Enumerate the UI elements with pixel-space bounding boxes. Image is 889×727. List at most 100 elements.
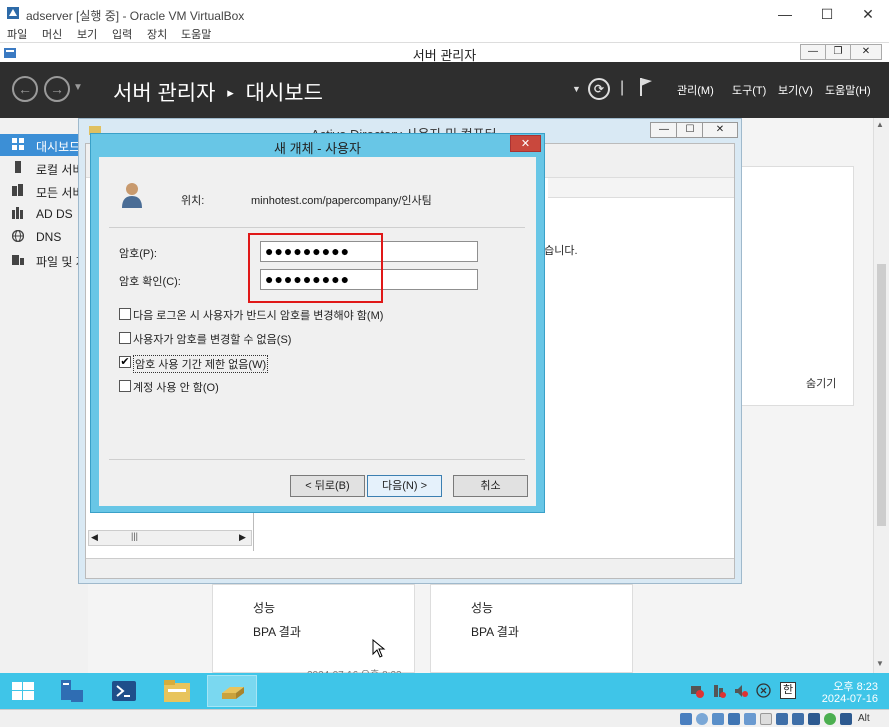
action-center-icon[interactable]	[756, 683, 771, 698]
vbox-statusbar: Alt	[0, 709, 889, 727]
sidebar-item-label: 대시보드	[36, 140, 81, 154]
next-button[interactable]: 다음(N) >	[367, 475, 442, 497]
main-scrollbar[interactable]: ▲ ▼	[873, 118, 889, 673]
password-label: 암호(P):	[119, 248, 157, 260]
sm-close-button[interactable]: ✕	[850, 44, 882, 60]
taskbar-file-explorer[interactable]	[154, 675, 200, 707]
option-must-change-checkbox[interactable]	[119, 308, 131, 320]
recording-icon[interactable]	[792, 713, 804, 725]
dialog-titlebar: 새 개체 - 사용자 ✕	[91, 134, 544, 156]
sidebar-item-dns[interactable]: DNS	[0, 226, 88, 248]
tile-item-bpa[interactable]: BPA 결과	[471, 623, 519, 640]
mouse-integration-icon[interactable]	[824, 713, 836, 725]
aduc-close-button[interactable]: ✕	[702, 122, 738, 138]
sidebar-item-dashboard[interactable]: 대시보드	[0, 134, 88, 156]
windows-logo-icon	[12, 682, 34, 700]
shared-folder-icon[interactable]	[760, 713, 772, 725]
clock[interactable]: 오후 8:23 2024-07-16	[808, 675, 878, 707]
notification-flag-icon[interactable]	[638, 76, 654, 98]
location-label: 위치:	[181, 195, 205, 207]
maximize-button[interactable]: ☐	[812, 4, 842, 24]
scrollbar-thumb[interactable]	[877, 264, 886, 526]
mouse-cursor-icon	[372, 639, 386, 658]
hdd-icon[interactable]	[680, 713, 692, 725]
menu-tools[interactable]: 도구(T)	[732, 82, 766, 98]
start-button[interactable]	[0, 675, 46, 707]
audio-icon[interactable]	[712, 713, 724, 725]
dns-icon	[12, 230, 24, 242]
network-icon[interactable]	[712, 684, 726, 698]
breadcrumb: 서버 관리자 ▸ 대시보드	[113, 77, 323, 107]
display-icon[interactable]	[776, 713, 788, 725]
refresh-icon[interactable]: ⟳	[588, 78, 610, 100]
tree-hscrollbar[interactable]: ◀ ||| ▶	[88, 530, 252, 546]
breadcrumb-root: 서버 관리자	[113, 82, 216, 105]
welcome-panel: 숨기기	[741, 166, 854, 406]
taskbar-server-manager[interactable]	[48, 675, 94, 707]
aduc-maximize-button[interactable]: ☐	[676, 122, 704, 138]
user-icon	[122, 183, 142, 208]
vbox-menu-help[interactable]: 도움말	[181, 26, 211, 42]
file-storage-icon	[12, 255, 24, 265]
cpu-icon[interactable]	[808, 713, 820, 725]
sidebar-item-label: DNS	[36, 230, 62, 244]
server-manager-header: ← → ▼ 서버 관리자 ▸ 대시보드 ▼ ⟳ | 관리(M) 도구(T) 보기…	[0, 62, 889, 118]
option-disabled-checkbox[interactable]	[119, 380, 131, 392]
sidebar-item-file-storage[interactable]: 파일 및 저장소 서비스	[0, 249, 145, 271]
vbox-menu-input[interactable]: 입력	[112, 26, 132, 42]
divider	[109, 459, 525, 460]
tile-item-performance[interactable]: 성능	[471, 599, 493, 616]
breadcrumb-separator-icon: ▸	[227, 85, 234, 100]
vbox-menubar: 파일 머신 보기 입력 장치 도움말	[0, 24, 889, 42]
cancel-button[interactable]: 취소	[453, 475, 528, 497]
close-button[interactable]: ✕	[853, 4, 883, 24]
server-tile: 성능 BPA 결과 2024-07-16 오후 8:23	[212, 584, 415, 681]
menu-view[interactable]: 보기(V)	[778, 82, 813, 98]
vbox-menu-file[interactable]: 파일	[7, 26, 27, 42]
option-must-change-label: 다음 로그온 시 사용자가 반드시 암호를 변경해야 함(M)	[133, 310, 384, 322]
history-dropdown-icon[interactable]: ▼	[73, 82, 83, 93]
location-value: minhotest.com/papercompany/인사팀	[251, 195, 432, 207]
back-button[interactable]: < 뒤로(B)	[290, 475, 365, 497]
back-arrow-icon[interactable]: ←	[12, 76, 38, 102]
tile-item-bpa[interactable]: BPA 결과	[253, 623, 301, 640]
ime-indicator[interactable]: 한	[780, 682, 796, 699]
powershell-icon	[112, 681, 136, 701]
virtualbox-icon	[7, 7, 19, 19]
speaker-muted-icon[interactable]	[734, 684, 748, 698]
network-adapter-icon[interactable]	[728, 713, 740, 725]
sidebar-item-label: 모든 서버	[36, 186, 84, 200]
aduc-statusbar	[86, 558, 734, 578]
menu-help[interactable]: 도움말(H)	[825, 82, 871, 98]
menu-manage[interactable]: 관리(M)	[677, 82, 714, 98]
sm-restore-button[interactable]: ❐	[825, 44, 851, 60]
vbox-menu-machine[interactable]: 머신	[42, 26, 62, 42]
confirm-password-label: 암호 확인(C):	[119, 276, 181, 288]
hide-link[interactable]: 숨기기	[806, 375, 836, 391]
option-never-expires-checkbox[interactable]: ✔	[119, 356, 131, 368]
taskbar-powershell[interactable]	[101, 675, 147, 707]
option-cannot-change-checkbox[interactable]	[119, 332, 131, 344]
dropdown-icon[interactable]: ▼	[572, 84, 581, 94]
tile-item-performance[interactable]: 성능	[253, 599, 275, 616]
minimize-button[interactable]: —	[770, 4, 800, 24]
option-never-expires-label: 암호 사용 기간 제한 없음(W)	[133, 355, 269, 373]
host-key-icon[interactable]	[840, 713, 852, 725]
taskbar-aduc[interactable]	[207, 675, 257, 707]
forward-arrow-icon[interactable]: →	[44, 76, 70, 102]
network-alert-icon[interactable]	[690, 684, 704, 698]
vbox-menu-devices[interactable]: 장치	[147, 26, 167, 42]
sidebar-item-ad-ds[interactable]: AD DS	[0, 203, 88, 225]
dialog-close-button[interactable]: ✕	[510, 135, 541, 152]
sidebar-item-local-server[interactable]: 로컬 서버	[0, 157, 88, 179]
usb-icon[interactable]	[744, 713, 756, 725]
separator: |	[620, 79, 625, 96]
sidebar-item-all-servers[interactable]: 모든 서버	[0, 180, 88, 202]
clock-time: 오후 8:23	[833, 681, 878, 693]
sidebar: 대시보드 로컬 서버 모든 서버 AD DS DNS 파일 및 저장소 서비스	[0, 118, 145, 673]
aduc-minimize-button[interactable]: —	[650, 122, 678, 138]
vbox-menu-view[interactable]: 보기	[77, 26, 97, 42]
optical-drive-icon[interactable]	[696, 713, 708, 725]
sm-minimize-button[interactable]: —	[800, 44, 826, 60]
servers-icon	[12, 184, 23, 196]
